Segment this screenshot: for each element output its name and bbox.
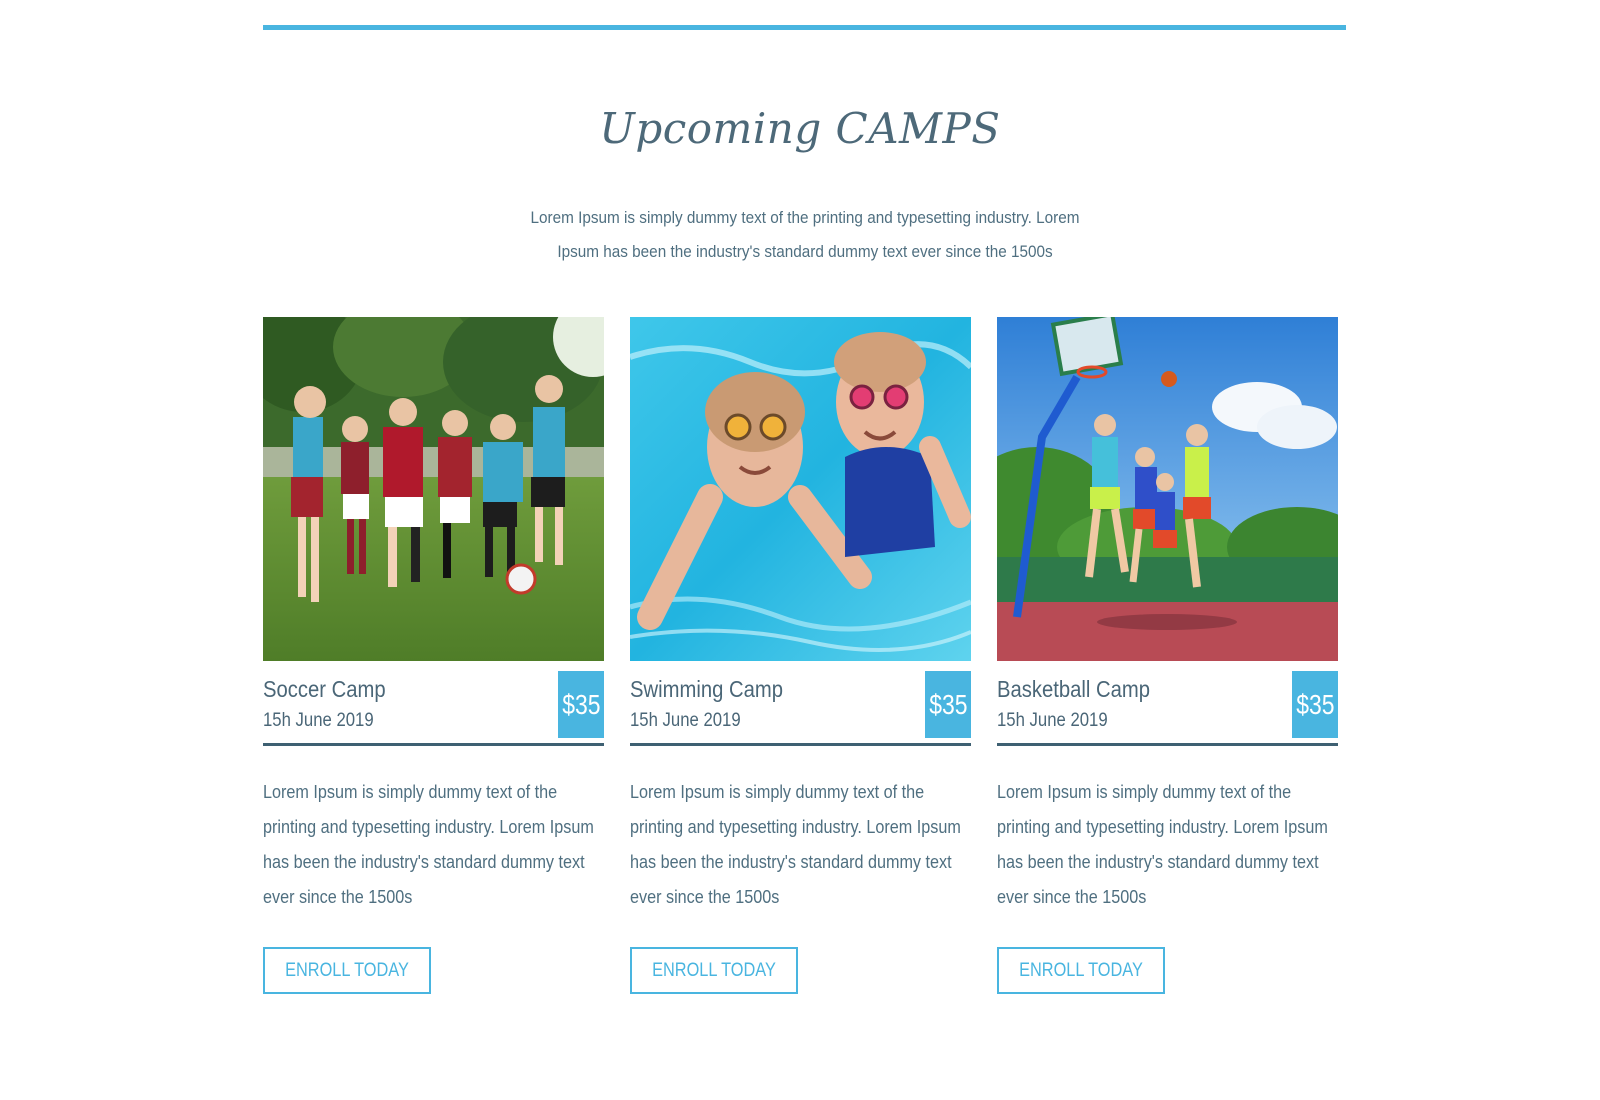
top-divider [263, 25, 1346, 30]
section-intro: Lorem Ipsum is simply dummy text of the … [530, 208, 1080, 261]
camp-info-soccer: Soccer Camp 15h June 2019 $35 [263, 661, 604, 746]
enroll-today-button[interactable]: ENROLL TODAY [630, 947, 798, 994]
camp-name: Basketball Camp [997, 676, 1150, 702]
basketball-camp-photo[interactable] [997, 317, 1338, 661]
camp-date: 15h June 2019 [997, 710, 1108, 731]
camp-info-basketball: Basketball Camp 15h June 2019 $35 [997, 661, 1338, 746]
enroll-today-button[interactable]: ENROLL TODAY [997, 947, 1165, 994]
camp-cards: Soccer Camp 15h June 2019 $35 Lorem Ipsu… [263, 317, 1346, 994]
enroll-button-label: ENROLL TODAY [1019, 960, 1143, 981]
section-title: Upcoming CAMPS [599, 104, 1001, 153]
camp-description: Lorem Ipsum is simply dummy text of the … [630, 781, 961, 907]
camp-card-soccer: Soccer Camp 15h June 2019 $35 Lorem Ipsu… [263, 317, 604, 994]
price-label: $35 [562, 689, 601, 720]
camp-date: 15h June 2019 [263, 710, 374, 731]
camp-description: Lorem Ipsum is simply dummy text of the … [997, 781, 1328, 907]
price-badge: $35 [1292, 671, 1338, 738]
camp-name: Swimming Camp [630, 676, 783, 702]
swimming-camp-photo[interactable] [630, 317, 971, 661]
soccer-camp-photo[interactable] [263, 317, 604, 661]
price-label: $35 [1296, 689, 1335, 720]
enroll-button-label: ENROLL TODAY [652, 960, 776, 981]
price-badge: $35 [558, 671, 604, 738]
camp-card-basketball: Basketball Camp 15h June 2019 $35 Lorem … [997, 317, 1338, 994]
price-badge: $35 [925, 671, 971, 738]
enroll-button-label: ENROLL TODAY [285, 960, 409, 981]
camp-name: Soccer Camp [263, 676, 386, 702]
enroll-today-button[interactable]: ENROLL TODAY [263, 947, 431, 994]
camp-info-swimming: Swimming Camp 15h June 2019 $35 [630, 661, 971, 746]
price-label: $35 [929, 689, 968, 720]
camp-description: Lorem Ipsum is simply dummy text of the … [263, 781, 594, 907]
camp-date: 15h June 2019 [630, 710, 741, 731]
camp-card-swimming: Swimming Camp 15h June 2019 $35 Lorem Ip… [630, 317, 971, 994]
